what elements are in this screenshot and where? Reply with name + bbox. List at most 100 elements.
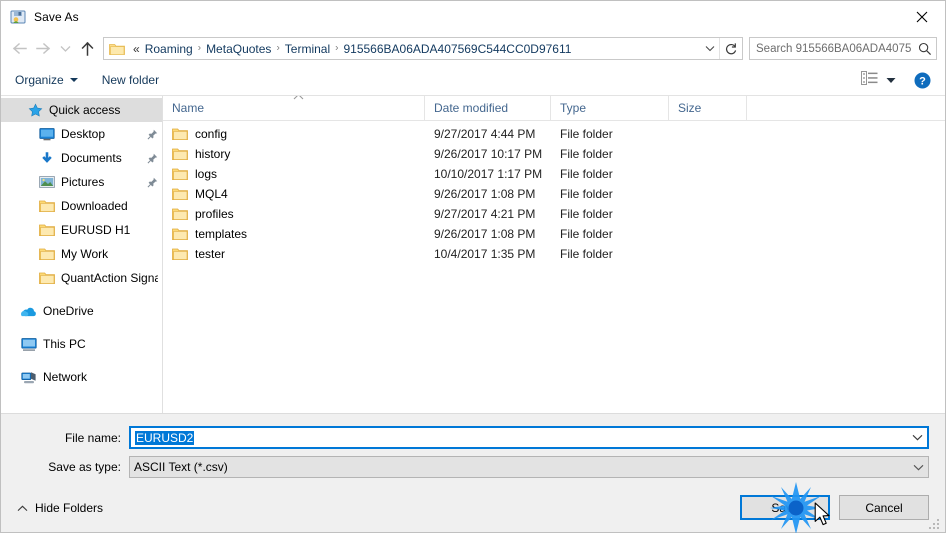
search-icon[interactable]	[914, 42, 936, 56]
sidebar-item-label: QuantAction Signal	[61, 271, 158, 285]
sidebar-item-label: EURUSD H1	[61, 223, 131, 237]
organize-button[interactable]: Organize	[15, 73, 78, 87]
pin-icon[interactable]	[146, 129, 158, 140]
chevron-down-icon[interactable]	[701, 45, 719, 52]
column-header-size[interactable]: Size	[669, 96, 747, 121]
sidebar-item-desktop[interactable]: Desktop	[1, 122, 162, 146]
file-name: history	[195, 147, 231, 161]
file-list-pane[interactable]: Name Date modified Type Size config 9/27…	[163, 96, 945, 413]
table-row[interactable]: templates 9/26/2017 1:08 PM File folder	[163, 224, 945, 244]
network-icon	[21, 369, 37, 385]
svg-text:?: ?	[919, 75, 926, 87]
forward-arrow-icon[interactable]	[31, 37, 55, 61]
cancel-button[interactable]: Cancel	[839, 495, 929, 520]
folder-icon	[172, 187, 188, 201]
column-header-date-modified[interactable]: Date modified	[425, 96, 551, 121]
table-row[interactable]: profiles 9/27/2017 4:21 PM File folder	[163, 204, 945, 224]
file-name-field[interactable]: EURUSD2	[129, 426, 929, 449]
sidebar-item-quantaction-signal[interactable]: QuantAction Signal	[1, 266, 162, 290]
address-bar[interactable]: « › Roaming › MetaQuotes › Terminal › 91…	[103, 37, 743, 60]
table-row[interactable]: config 9/27/2017 4:44 PM File folder	[163, 124, 945, 144]
save-button-label: Save	[771, 500, 799, 515]
sidebar-item-pictures[interactable]: Pictures	[1, 170, 162, 194]
sidebar-item-label: Network	[43, 370, 88, 384]
pin-icon[interactable]	[146, 177, 158, 188]
breadcrumb-separator[interactable]: ›	[274, 43, 281, 54]
folder-icon	[172, 227, 188, 241]
resize-grip-icon[interactable]	[929, 517, 941, 529]
file-date: 9/26/2017 1:08 PM	[434, 187, 536, 201]
breadcrumb-separator[interactable]: ›	[196, 43, 203, 54]
save-as-type-row: Save as type: ASCII Text (*.csv)	[17, 456, 929, 478]
save-button[interactable]: Save	[740, 495, 830, 520]
breadcrumb: « › Roaming › MetaQuotes › Terminal › 91…	[130, 42, 701, 56]
file-date: 10/4/2017 1:35 PM	[434, 247, 536, 261]
folder-icon	[172, 167, 188, 181]
table-row[interactable]: logs 10/10/2017 1:17 PM File folder	[163, 164, 945, 184]
this-pc-icon	[21, 336, 37, 352]
sidebar-item-quick-access[interactable]: Quick access	[1, 98, 162, 122]
sidebar-item-this-pc[interactable]: This PC	[1, 332, 162, 356]
search-input[interactable]	[750, 41, 914, 56]
change-view-button[interactable]	[861, 70, 896, 90]
breadcrumb-item-metaquotes[interactable]: MetaQuotes	[203, 42, 274, 56]
chevron-down-icon	[886, 71, 896, 89]
table-row[interactable]: tester 10/4/2017 1:35 PM File folder	[163, 244, 945, 264]
chevron-up-icon	[17, 501, 28, 515]
table-row[interactable]: MQL4 9/26/2017 1:08 PM File folder	[163, 184, 945, 204]
back-arrow-icon[interactable]	[7, 37, 31, 61]
file-rows: config 9/27/2017 4:44 PM File folder his…	[163, 121, 945, 413]
folder-icon	[172, 147, 188, 161]
breadcrumb-item-roaming[interactable]: Roaming	[142, 42, 196, 56]
close-button[interactable]	[899, 1, 945, 32]
star-icon	[27, 102, 43, 118]
new-folder-label: New folder	[101, 73, 160, 87]
hide-folders-label: Hide Folders	[35, 500, 104, 515]
recent-locations-icon[interactable]	[55, 37, 75, 61]
sidebar-item-my-work[interactable]: My Work	[1, 242, 162, 266]
column-header-label: Name	[172, 101, 205, 115]
view-layout-icon	[861, 70, 878, 90]
desktop-icon	[39, 126, 55, 142]
file-name: logs	[195, 167, 218, 181]
hide-folders-button[interactable]: Hide Folders	[17, 501, 103, 515]
file-name-cell: templates	[163, 227, 425, 241]
pin-icon[interactable]	[146, 153, 158, 164]
file-date: 10/10/2017 1:17 PM	[434, 167, 543, 181]
new-folder-button[interactable]: New folder	[102, 73, 159, 87]
navigation-pane[interactable]: Quick access Desktop Documents Pictures …	[1, 96, 163, 413]
sidebar-item-downloaded[interactable]: Downloaded	[1, 194, 162, 218]
sidebar-item-eurusd-h1[interactable]: EURUSD H1	[1, 218, 162, 242]
breadcrumb-prefix[interactable]: «	[130, 42, 142, 56]
save-as-dialog: Save As « Roaming › MetaQuotes › Termina…	[0, 0, 946, 533]
chevron-down-icon[interactable]	[907, 434, 927, 441]
sidebar-item-documents[interactable]: Documents	[1, 146, 162, 170]
navigation-bar: « › Roaming › MetaQuotes › Terminal › 91…	[1, 32, 945, 65]
sidebar-item-onedrive[interactable]: OneDrive	[1, 299, 162, 323]
file-name: MQL4	[195, 187, 228, 201]
sidebar-item-label: Downloaded	[61, 199, 128, 213]
folder-icon	[172, 127, 188, 141]
search-box[interactable]	[749, 37, 937, 60]
column-header-name[interactable]: Name	[163, 96, 425, 121]
save-as-icon	[10, 9, 26, 25]
file-name-input[interactable]: EURUSD2	[135, 430, 195, 445]
file-name-cell: logs	[163, 167, 425, 181]
breadcrumb-item-terminal-id[interactable]: 915566BA06ADA407569C544CC0D97611	[340, 42, 574, 56]
breadcrumb-item-terminal[interactable]: Terminal	[282, 42, 333, 56]
file-name-cell: MQL4	[163, 187, 425, 201]
save-as-type-select[interactable]: ASCII Text (*.csv)	[129, 456, 929, 478]
chevron-down-icon[interactable]	[908, 464, 928, 471]
up-arrow-icon[interactable]	[75, 37, 99, 61]
sidebar-item-network[interactable]: Network	[1, 365, 162, 389]
table-row[interactable]: history 9/26/2017 10:17 PM File folder	[163, 144, 945, 164]
title-bar: Save As	[1, 1, 945, 32]
file-date: 9/26/2017 1:08 PM	[434, 227, 536, 241]
breadcrumb-separator[interactable]: ›	[333, 43, 340, 54]
help-icon[interactable]: ?	[914, 72, 931, 89]
column-header-type[interactable]: Type	[551, 96, 669, 121]
file-type: File folder	[560, 147, 613, 161]
file-name: templates	[195, 227, 248, 241]
refresh-icon[interactable]	[720, 38, 742, 59]
